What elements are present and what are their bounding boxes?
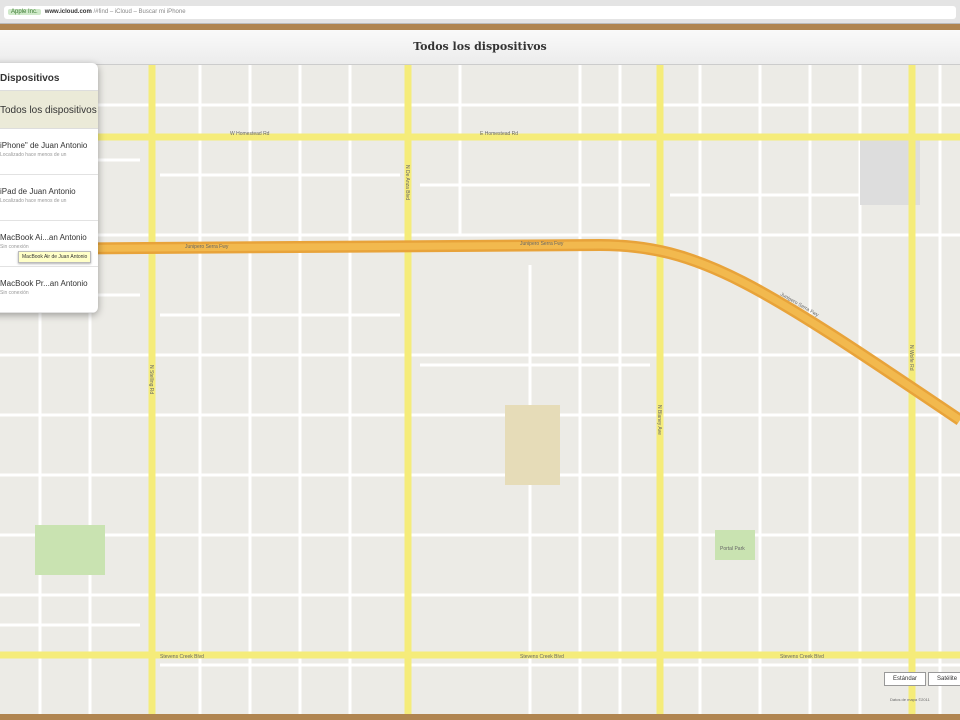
- building-block: [505, 405, 560, 485]
- device-name: MacBook Ai...an Antonio: [0, 233, 87, 242]
- street-label: Stevens Creek Blvd: [520, 654, 564, 660]
- street-label: Junipero Serra Fwy: [520, 241, 564, 247]
- satellite-map-button[interactable]: Satélite: [928, 672, 960, 686]
- street-label: N Wolfe Rd: [908, 345, 914, 371]
- device-status: Localizado hace menos de un: [0, 198, 67, 204]
- minor-streets: [0, 65, 960, 715]
- bottom-border: [0, 714, 960, 720]
- freeway: [0, 238, 960, 425]
- standard-map-button[interactable]: Estándar: [884, 672, 927, 686]
- devices-panel: Dispositivos Todos los dispositivos iPho…: [0, 63, 98, 313]
- street-label: E Homestead Rd: [480, 131, 518, 137]
- map-canvas[interactable]: W Homestead Rd E Homestead Rd Junipero S…: [0, 65, 960, 715]
- map-copyright: Datos de mapa ©2011: [890, 697, 930, 702]
- street-label: Stevens Creek Blvd: [160, 654, 204, 660]
- park-area: [715, 530, 755, 560]
- address-bar[interactable]: Apple Inc. www.icloud.com /#find – iCloud…: [4, 6, 956, 19]
- street-label: Stevens Creek Blvd: [780, 654, 824, 660]
- device-status: Localizado hace menos de un: [0, 152, 67, 158]
- ssl-certificate-badge[interactable]: Apple Inc.: [8, 9, 41, 15]
- device-name: iPhone" de Juan Antonio: [0, 141, 88, 150]
- page-header: Todos los dispositivos: [0, 30, 960, 65]
- browser-toolbar: Apple Inc. www.icloud.com /#find – iCloud…: [0, 0, 960, 24]
- street-label: N Stelling Rd: [148, 365, 154, 394]
- street-label: Junipero Serra Fwy: [185, 244, 229, 250]
- device-item[interactable]: MacBook Pr...an Antonio Sin conexión: [0, 267, 98, 313]
- park-label: Portal Park: [720, 546, 745, 552]
- street-label: W Homestead Rd: [230, 131, 270, 137]
- street-label: N De Anza Blvd: [404, 165, 410, 200]
- device-item[interactable]: iPhone" de Juan Antonio Localizado hace m…: [0, 129, 98, 175]
- map[interactable]: W Homestead Rd E Homestead Rd Junipero S…: [0, 65, 960, 715]
- device-item-all[interactable]: Todos los dispositivos: [0, 91, 98, 129]
- device-item[interactable]: iPad de Juan Antonio Localizado hace meno…: [0, 175, 98, 221]
- panel-title: Dispositivos: [0, 63, 98, 91]
- device-status: Sin conexión: [0, 244, 29, 250]
- park-area: [35, 525, 105, 575]
- device-name: iPad de Juan Antonio: [0, 187, 76, 196]
- url-domain: www.icloud.com: [44, 9, 92, 15]
- device-tooltip: MacBook Air de Juan Antonio: [18, 251, 92, 263]
- device-status: Sin conexión: [0, 290, 29, 296]
- map-type-control: Estándar Satélite: [884, 672, 960, 686]
- device-name: MacBook Pr...an Antonio: [0, 279, 88, 288]
- page-title: Todos los dispositivos: [413, 40, 547, 53]
- url-path: /#find – iCloud – Buscar mi iPhone: [93, 9, 186, 15]
- street-label: N Blaney Ave: [656, 405, 662, 435]
- major-roads: [0, 65, 960, 715]
